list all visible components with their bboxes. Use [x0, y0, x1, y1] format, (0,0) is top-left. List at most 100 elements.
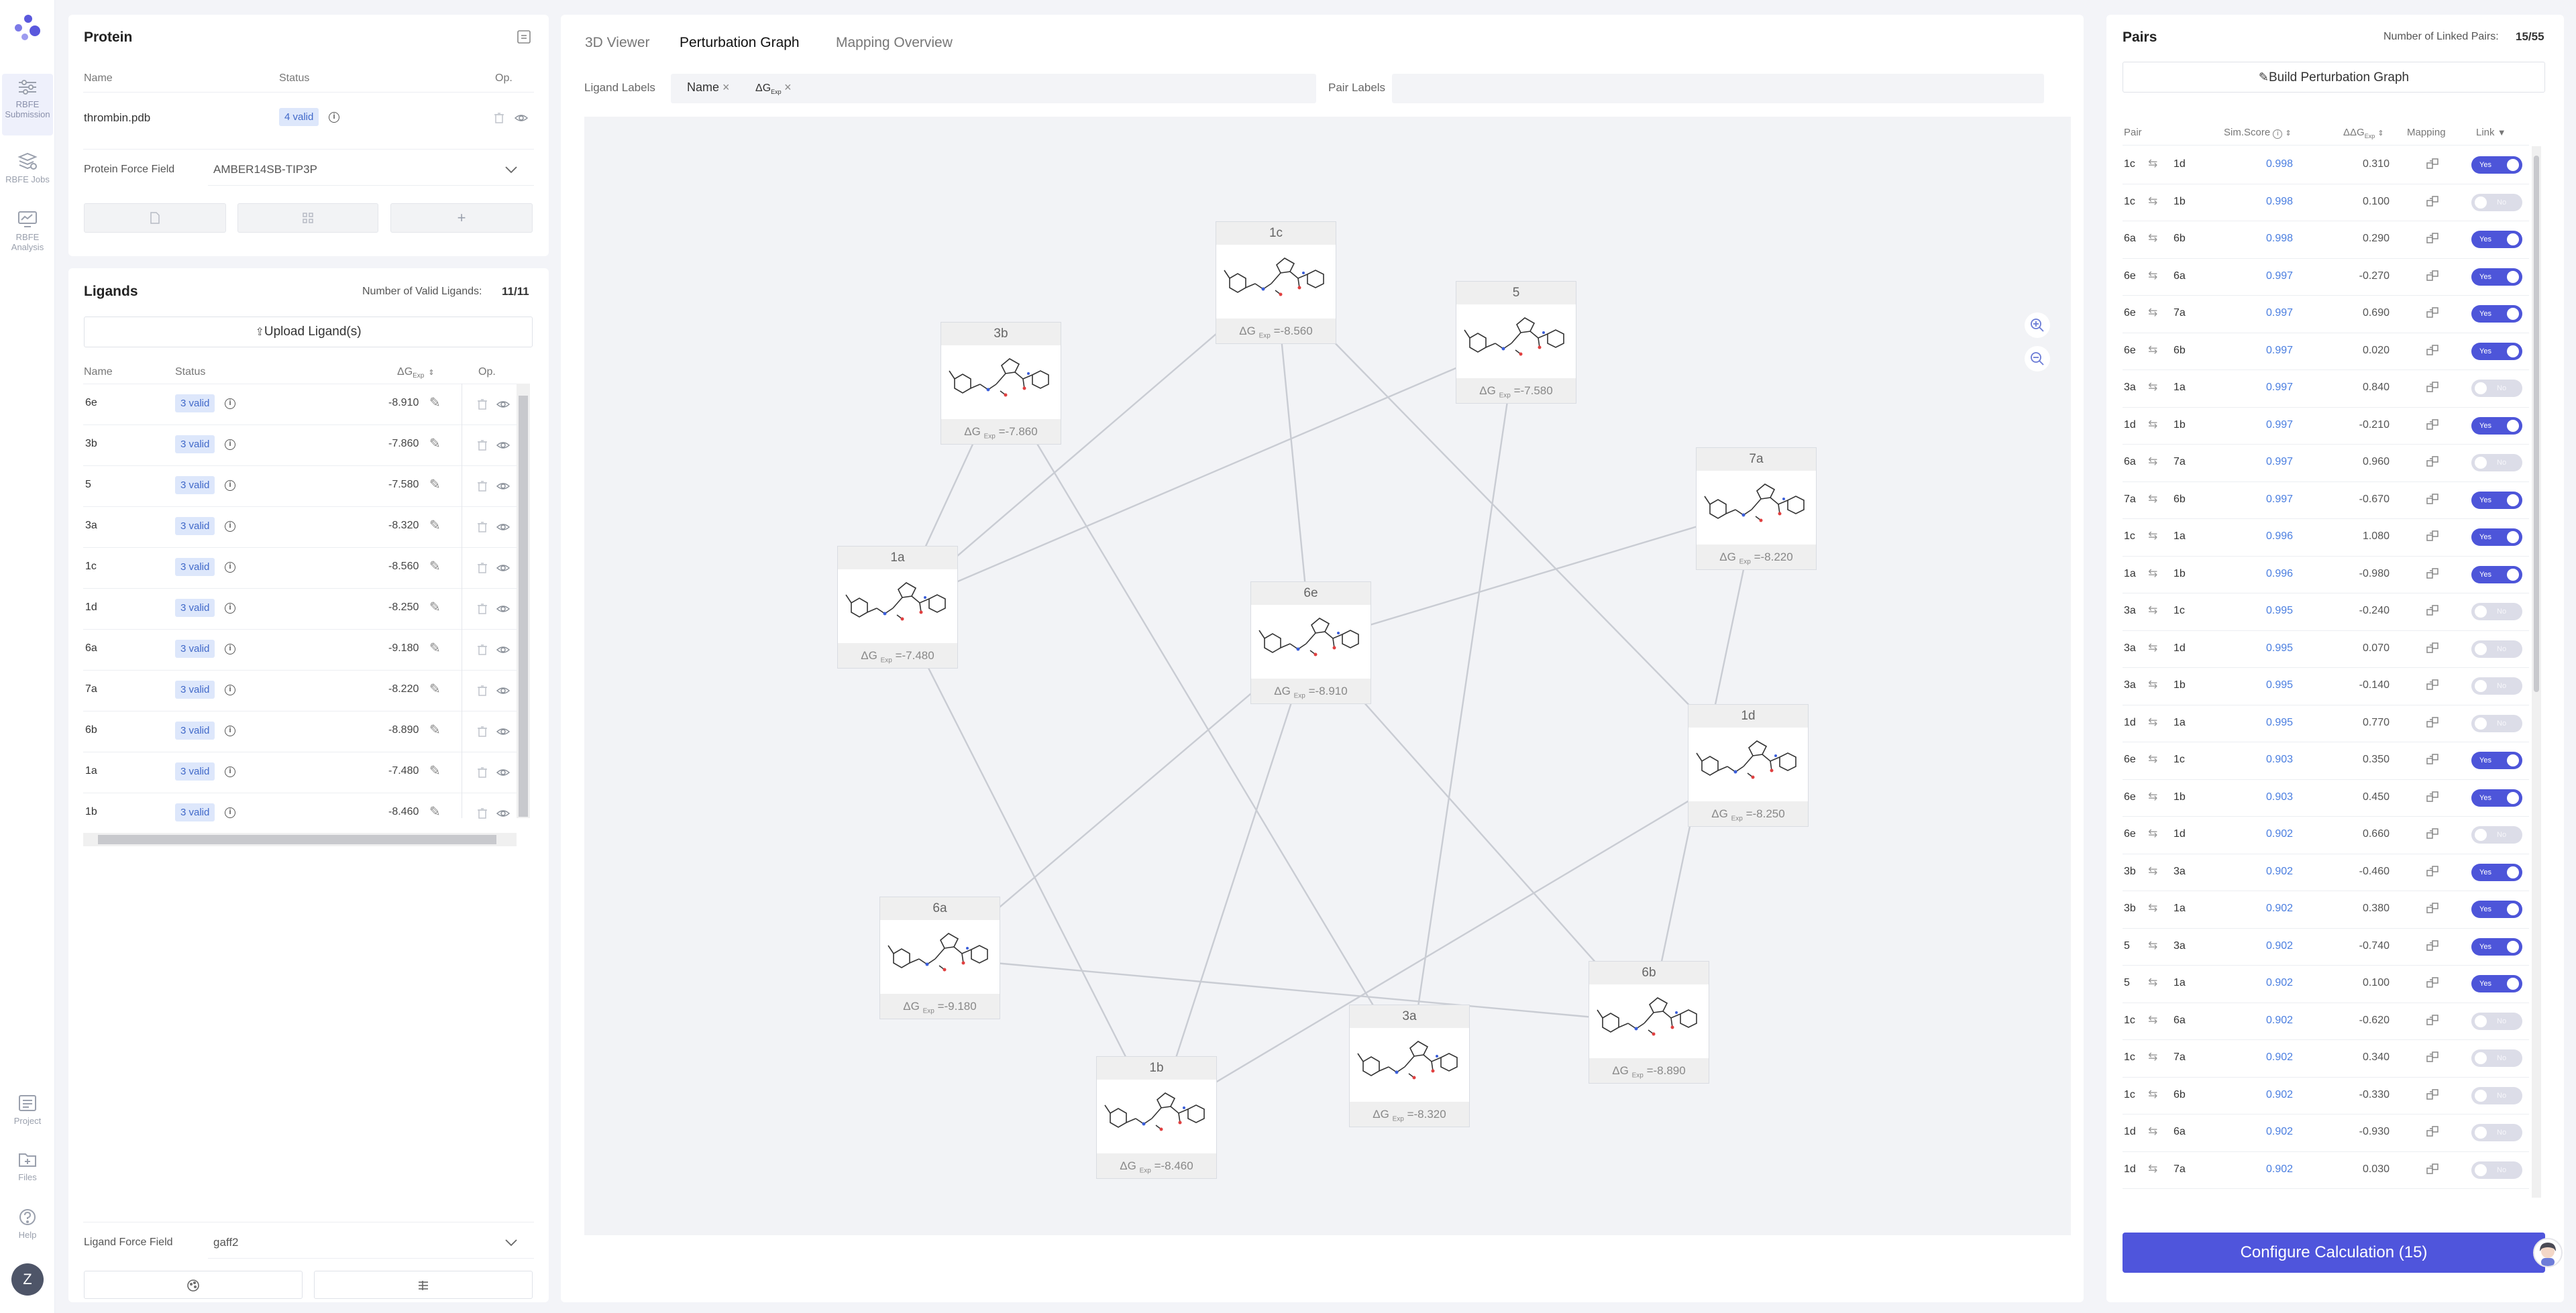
pair-row[interactable]: 5 ⇆ 3a 0.902 -0.740 Yes [2123, 928, 2529, 966]
link-toggle[interactable]: No [2471, 1124, 2522, 1141]
pair-row[interactable]: 1c ⇆ 1a 0.996 1.080 Yes [2123, 518, 2529, 556]
mapping-icon[interactable] [2426, 791, 2439, 807]
link-toggle[interactable]: Yes [2471, 416, 2522, 435]
sim-score-link[interactable]: 0.998 [2266, 158, 2293, 170]
swap-icon[interactable]: ⇆ [2148, 716, 2157, 729]
filter-icon[interactable]: ▼ [2498, 127, 2506, 137]
sim-score-link[interactable]: 0.995 [2266, 605, 2293, 617]
swap-icon[interactable]: ⇆ [2148, 678, 2157, 691]
pair-row[interactable]: 6e ⇆ 1d 0.902 0.660 No [2123, 816, 2529, 854]
mapping-icon[interactable] [2426, 1163, 2439, 1180]
mapping-icon[interactable] [2426, 1051, 2439, 1068]
app-logo[interactable] [12, 13, 43, 44]
link-toggle[interactable]: No [2471, 826, 2522, 844]
pair-row[interactable]: 1c ⇆ 1b 0.998 0.100 No [2123, 184, 2529, 221]
sim-score-link[interactable]: 0.997 [2266, 419, 2293, 431]
sim-score-link[interactable]: 0.995 [2266, 679, 2293, 691]
link-toggle[interactable]: Yes [2471, 752, 2522, 769]
mapping-icon[interactable] [2426, 679, 2439, 695]
info-icon[interactable]: i [2273, 129, 2283, 139]
ligand-force-field-value[interactable]: gaff2 [213, 1236, 239, 1249]
swap-icon[interactable]: ⇆ [2148, 455, 2157, 468]
assistant-avatar[interactable] [2533, 1238, 2563, 1267]
mapping-icon[interactable] [2426, 976, 2439, 993]
link-toggle[interactable]: Yes [2471, 528, 2522, 546]
label-chip-name[interactable]: Name × [687, 80, 730, 95]
sim-score-link[interactable]: 0.902 [2266, 1163, 2293, 1176]
swap-icon[interactable]: ⇆ [2148, 306, 2157, 319]
pair-row[interactable]: 6e ⇆ 6a 0.997 -0.270 Yes [2123, 258, 2529, 296]
pair-row[interactable]: 1a ⇆ 1b 0.996 -0.980 Yes [2123, 556, 2529, 593]
mapping-icon[interactable] [2426, 381, 2439, 398]
sim-score-link[interactable]: 0.902 [2266, 903, 2293, 915]
pair-row[interactable]: 3b ⇆ 3a 0.902 -0.460 Yes [2123, 854, 2529, 891]
swap-icon[interactable]: ⇆ [2148, 939, 2157, 952]
link-toggle[interactable]: No [2471, 380, 2522, 397]
link-toggle[interactable]: No [2471, 640, 2522, 658]
sim-score-link[interactable]: 0.995 [2266, 717, 2293, 729]
tab-mapping-overview[interactable]: Mapping Overview [836, 35, 953, 51]
pair-row[interactable]: 3b ⇆ 1a 0.902 0.380 Yes [2123, 891, 2529, 928]
pair-row[interactable]: 1d ⇆ 1a 0.995 0.770 No [2123, 705, 2529, 742]
nav-rbfe-submission[interactable]: RBFE Submission [2, 74, 53, 135]
swap-icon[interactable]: ⇆ [2148, 827, 2157, 840]
sim-score-link[interactable]: 0.902 [2266, 1089, 2293, 1101]
sim-score-link[interactable]: 0.997 [2266, 345, 2293, 357]
swap-icon[interactable]: ⇆ [2148, 418, 2157, 431]
sort-icon[interactable]: ⇕ [2377, 129, 2383, 137]
sim-score-link[interactable]: 0.902 [2266, 1051, 2293, 1064]
sim-score-link[interactable]: 0.903 [2266, 754, 2293, 766]
pair-row[interactable]: 1c ⇆ 6a 0.902 -0.620 No [2123, 1003, 2529, 1040]
sim-score-link[interactable]: 0.997 [2266, 456, 2293, 468]
sim-score-link[interactable]: 0.902 [2266, 940, 2293, 952]
pair-row[interactable]: 1d ⇆ 7a 0.902 0.030 No [2123, 1151, 2529, 1189]
mapping-icon[interactable] [2426, 158, 2439, 174]
link-toggle[interactable]: No [2471, 714, 2522, 732]
link-toggle[interactable]: No [2471, 1086, 2522, 1104]
avatar[interactable]: Z [11, 1263, 44, 1296]
mapping-icon[interactable] [2426, 902, 2439, 919]
pair-row[interactable]: 6a ⇆ 6b 0.998 0.290 Yes [2123, 221, 2529, 258]
info-icon[interactable]: i [329, 112, 339, 123]
swap-icon[interactable]: ⇆ [2148, 790, 2157, 803]
pairs-col-link[interactable]: Link ▼ [2476, 127, 2506, 138]
mapping-icon[interactable] [2426, 344, 2439, 361]
pair-row[interactable]: 1d ⇆ 6a 0.902 -0.930 No [2123, 1114, 2529, 1151]
swap-icon[interactable]: ⇆ [2148, 1088, 2157, 1101]
pair-row[interactable]: 1c ⇆ 6b 0.902 -0.330 No [2123, 1077, 2529, 1115]
swap-icon[interactable]: ⇆ [2148, 231, 2157, 245]
pair-row[interactable]: 5 ⇆ 1a 0.902 0.100 Yes [2123, 965, 2529, 1003]
pair-row[interactable]: 6e ⇆ 1c 0.903 0.350 Yes [2123, 742, 2529, 779]
mapping-icon[interactable] [2426, 418, 2439, 435]
link-toggle[interactable]: Yes [2471, 901, 2522, 918]
mapping-icon[interactable] [2426, 493, 2439, 510]
pair-row[interactable]: 1c ⇆ 1d 0.998 0.310 Yes [2123, 146, 2529, 184]
close-icon[interactable]: × [784, 80, 792, 94]
pair-row[interactable]: 6a ⇆ 7a 0.997 0.960 No [2123, 444, 2529, 481]
pairs-vscroll-thumb[interactable] [2534, 156, 2539, 692]
sim-score-link[interactable]: 0.902 [2266, 828, 2293, 840]
swap-icon[interactable]: ⇆ [2148, 1125, 2157, 1138]
mapping-icon[interactable] [2426, 270, 2439, 286]
mapping-icon[interactable] [2426, 455, 2439, 472]
swap-icon[interactable]: ⇆ [2148, 194, 2157, 208]
tab-3d-viewer[interactable]: 3D Viewer [585, 35, 650, 51]
mapping-icon[interactable] [2426, 642, 2439, 659]
link-toggle[interactable]: Yes [2471, 231, 2522, 248]
sim-score-link[interactable]: 0.997 [2266, 382, 2293, 394]
swap-icon[interactable]: ⇆ [2148, 976, 2157, 989]
mapping-icon[interactable] [2426, 939, 2439, 956]
swap-icon[interactable]: ⇆ [2148, 529, 2157, 543]
sort-icon[interactable]: ⇕ [2286, 129, 2292, 137]
label-chip-dg[interactable]: ΔGExp × [755, 80, 792, 95]
mapping-icon[interactable] [2426, 716, 2439, 733]
link-toggle[interactable]: Yes [2471, 491, 2522, 509]
pair-row[interactable]: 3a ⇆ 1b 0.995 -0.140 No [2123, 667, 2529, 705]
link-toggle[interactable]: Yes [2471, 863, 2522, 881]
sim-score-link[interactable]: 0.997 [2266, 270, 2293, 282]
link-toggle[interactable]: No [2471, 677, 2522, 695]
pair-row[interactable]: 7a ⇆ 6b 0.997 -0.670 Yes [2123, 481, 2529, 519]
ligand-settings-button[interactable] [84, 1271, 303, 1299]
swap-icon[interactable]: ⇆ [2148, 641, 2157, 654]
pairs-col-ddg[interactable]: ΔΔGExp ⇕ [2343, 127, 2384, 139]
